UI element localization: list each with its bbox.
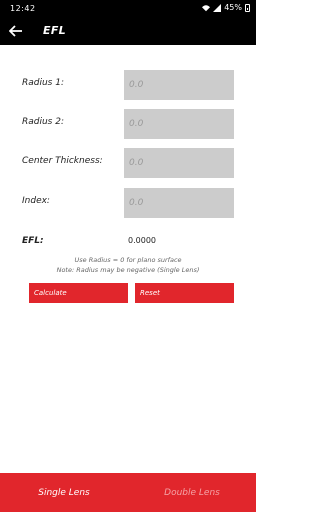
- status-time: 12:42: [10, 4, 36, 13]
- note-negative: Note: Radius may be negative (Single Len…: [56, 266, 200, 274]
- radius-1-label: Radius 1:: [22, 78, 64, 88]
- arrow-left-icon[interactable]: [9, 24, 23, 38]
- reset-button[interactable]: Reset: [135, 283, 234, 303]
- radius-1-input[interactable]: [124, 70, 234, 100]
- radius-2-input[interactable]: [124, 109, 234, 139]
- page-title: EFL: [43, 24, 66, 37]
- efl-value: 0.0000: [128, 236, 156, 245]
- center-thickness-input[interactable]: [124, 148, 234, 178]
- signal-icon: [213, 3, 222, 12]
- wifi-icon: [202, 4, 211, 11]
- center-thickness-label: Center Thickness:: [22, 156, 103, 166]
- index-label: Index:: [22, 196, 50, 206]
- calculate-button[interactable]: Calculate: [29, 283, 128, 303]
- status-icons: 45%: [202, 3, 250, 12]
- efl-label: EFL:: [22, 236, 44, 246]
- index-input[interactable]: [124, 188, 234, 218]
- radius-2-label: Radius 2:: [22, 117, 64, 127]
- app-bar: EFL: [0, 17, 256, 45]
- status-bar: 12:42 45%: [0, 0, 256, 17]
- tab-single-lens[interactable]: Single Lens: [0, 473, 128, 512]
- bottom-nav: Single Lens Double Lens: [0, 473, 256, 512]
- note-plano: Use Radius = 0 for plano surface: [74, 256, 182, 264]
- tab-double-lens[interactable]: Double Lens: [128, 473, 256, 512]
- battery-level: 45%: [224, 3, 242, 12]
- battery-icon: [245, 3, 250, 12]
